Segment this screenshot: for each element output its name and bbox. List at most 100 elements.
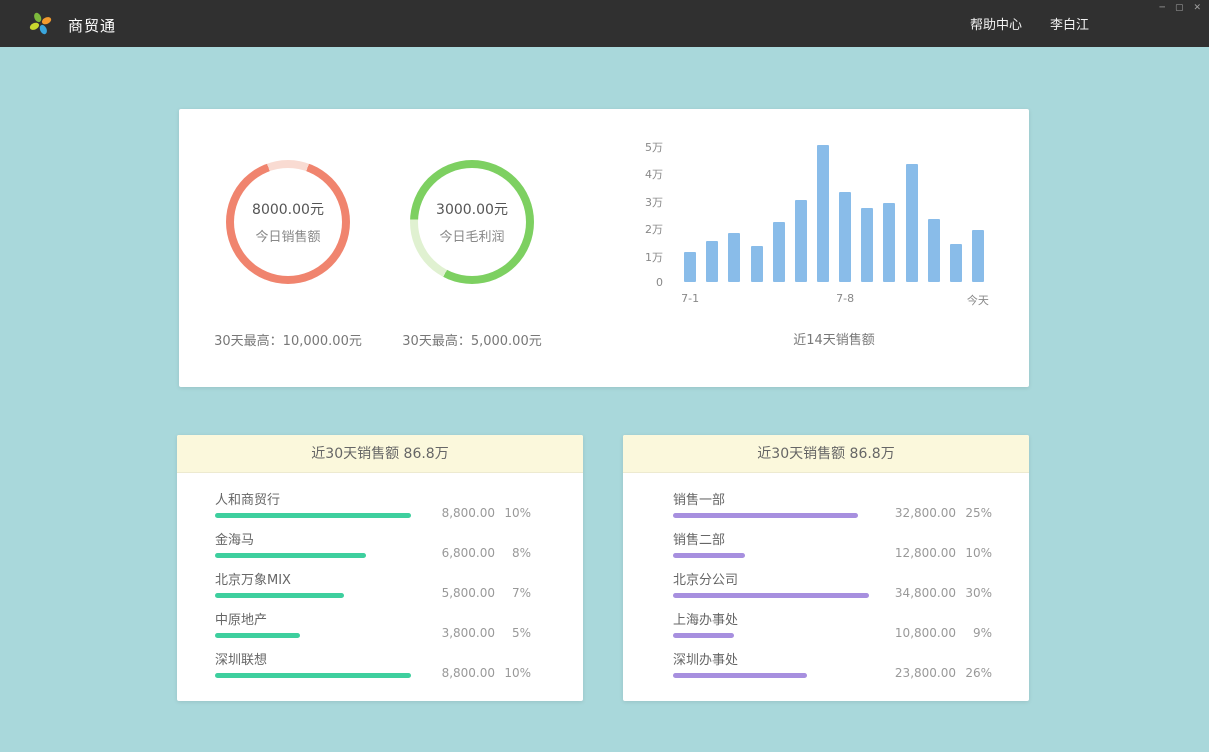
today-profit-ring: 3000.00元 今日毛利润 <box>410 160 534 284</box>
rank-row: 金海马6,800.008% <box>215 533 531 573</box>
rank-item-bar <box>673 593 869 598</box>
rank-row: 中原地产3,800.005% <box>215 613 531 653</box>
today-profit-ring-center: 3000.00元 今日毛利润 <box>418 168 526 276</box>
dept-rank-list: 销售一部32,800.0025%销售二部12,800.0010%北京分公司34,… <box>623 473 1029 693</box>
help-center-link[interactable]: 帮助中心 <box>970 14 1022 33</box>
today-profit-ring-block: 3000.00元 今日毛利润 30天最高：5,000.00元 <box>387 160 557 349</box>
sales-bar-plot <box>679 145 989 282</box>
today-sales-value: 8000.00元 <box>252 199 324 219</box>
today-profit-value: 3000.00元 <box>436 199 508 219</box>
rank-item-value: 6,800.00 <box>442 546 495 560</box>
user-menu[interactable]: 李白江 <box>1050 14 1089 33</box>
rank-row: 北京万象MIX5,800.007% <box>215 573 531 613</box>
x-tick-label: 今天 <box>967 292 989 308</box>
rank-item-value: 8,800.00 <box>442 506 495 520</box>
sales-bar <box>906 164 918 282</box>
sales-bar <box>728 233 740 282</box>
sales-bar <box>751 246 763 282</box>
rank-row: 销售一部32,800.0025% <box>673 493 992 533</box>
rank-row: 销售二部12,800.0010% <box>673 533 992 573</box>
rank-item-percent: 9% <box>956 626 992 640</box>
rank-item-percent: 10% <box>956 546 992 560</box>
dept-rank-card: 近30天销售额 86.8万 销售一部32,800.0025%销售二部12,800… <box>623 435 1029 701</box>
rank-item-value: 8,800.00 <box>442 666 495 680</box>
y-tick-label: 0 <box>656 276 663 289</box>
today-overview-card: 8000.00元 今日销售额 30天最高：10,000.00元 3000.00元… <box>179 109 1029 387</box>
rank-item-bar <box>673 513 858 518</box>
sales-y-axis: 5万4万3万2万1万0 <box>639 145 663 282</box>
minimize-button[interactable]: ─ <box>1160 3 1165 14</box>
sales-x-axis: 7-17-8今天 <box>679 288 989 304</box>
rank-item-bar <box>215 553 366 558</box>
rank-row: 北京分公司34,800.0030% <box>673 573 992 613</box>
sales-30d-max-note: 30天最高：10,000.00元 <box>203 330 373 349</box>
rank-item-percent: 8% <box>495 546 531 560</box>
sales-14d-chart: 5万4万3万2万1万0 7-17-8今天 近14天销售额 <box>639 145 1004 367</box>
rank-item-stats: 8,800.0010% <box>442 506 531 520</box>
y-tick-label: 4万 <box>645 166 663 182</box>
rank-item-percent: 5% <box>495 626 531 640</box>
x-tick-label: 7-8 <box>836 292 854 305</box>
rank-item-percent: 30% <box>956 586 992 600</box>
rank-item-percent: 26% <box>956 666 992 680</box>
rank-item-bar <box>673 673 807 678</box>
app-logo-icon <box>28 11 53 36</box>
profit-30d-max-note: 30天最高：5,000.00元 <box>387 330 557 349</box>
sales-bar <box>706 241 718 282</box>
rank-item-value: 32,800.00 <box>895 506 956 520</box>
sales-bar <box>817 145 829 282</box>
y-tick-label: 3万 <box>645 194 663 210</box>
rank-item-percent: 25% <box>956 506 992 520</box>
rank-item-stats: 34,800.0030% <box>895 586 992 600</box>
sales-bar <box>928 219 940 282</box>
dept-rank-header: 近30天销售额 86.8万 <box>623 435 1029 473</box>
titlebar: 商贸通 帮助中心 李白江 ─ ▢ ✕ <box>0 0 1209 47</box>
sales-bar <box>773 222 785 282</box>
rank-item-percent: 7% <box>495 586 531 600</box>
rank-item-stats: 10,800.009% <box>895 626 992 640</box>
sales-bar <box>861 208 873 282</box>
rank-item-bar <box>673 633 734 638</box>
rank-item-bar <box>215 593 344 598</box>
store-rank-card: 近30天销售额 86.8万 人和商贸行8,800.0010%金海马6,800.0… <box>177 435 583 701</box>
store-rank-list: 人和商贸行8,800.0010%金海马6,800.008%北京万象MIX5,80… <box>177 473 583 693</box>
rank-item-value: 34,800.00 <box>895 586 956 600</box>
sales-bar <box>684 252 696 282</box>
rank-row: 人和商贸行8,800.0010% <box>215 493 531 533</box>
rank-item-stats: 23,800.0026% <box>895 666 992 680</box>
rank-item-bar <box>673 553 745 558</box>
x-tick-label: 7-1 <box>681 292 699 305</box>
sales-bar <box>839 192 851 282</box>
rank-item-value: 10,800.00 <box>895 626 956 640</box>
rank-row: 深圳办事处23,800.0026% <box>673 653 992 693</box>
today-sales-ring-center: 8000.00元 今日销售额 <box>234 168 342 276</box>
store-rank-header: 近30天销售额 86.8万 <box>177 435 583 473</box>
window-controls: ─ ▢ ✕ <box>1160 3 1201 14</box>
chart-caption: 近14天销售额 <box>679 329 989 348</box>
y-tick-label: 5万 <box>645 139 663 155</box>
rank-item-percent: 10% <box>495 506 531 520</box>
close-button[interactable]: ✕ <box>1193 3 1201 14</box>
rank-row: 上海办事处10,800.009% <box>673 613 992 653</box>
maximize-button[interactable]: ▢ <box>1175 3 1184 14</box>
rank-item-bar <box>215 513 411 518</box>
app-title: 商贸通 <box>68 15 116 36</box>
y-tick-label: 1万 <box>645 249 663 265</box>
rank-item-value: 12,800.00 <box>895 546 956 560</box>
rank-item-stats: 6,800.008% <box>442 546 531 560</box>
rank-item-percent: 10% <box>495 666 531 680</box>
rank-item-stats: 5,800.007% <box>442 586 531 600</box>
rank-item-stats: 3,800.005% <box>442 626 531 640</box>
rank-item-value: 23,800.00 <box>895 666 956 680</box>
titlebar-menu: 帮助中心 李白江 <box>970 0 1089 47</box>
y-tick-label: 2万 <box>645 221 663 237</box>
sales-bar <box>972 230 984 282</box>
rank-row: 深圳联想8,800.0010% <box>215 653 531 693</box>
rank-item-bar <box>215 673 411 678</box>
rank-item-bar <box>215 633 300 638</box>
rank-item-stats: 32,800.0025% <box>895 506 992 520</box>
today-sales-label: 今日销售额 <box>255 226 320 245</box>
sales-bar <box>883 203 895 283</box>
today-sales-ring-block: 8000.00元 今日销售额 30天最高：10,000.00元 <box>203 160 373 349</box>
rank-item-value: 3,800.00 <box>442 626 495 640</box>
